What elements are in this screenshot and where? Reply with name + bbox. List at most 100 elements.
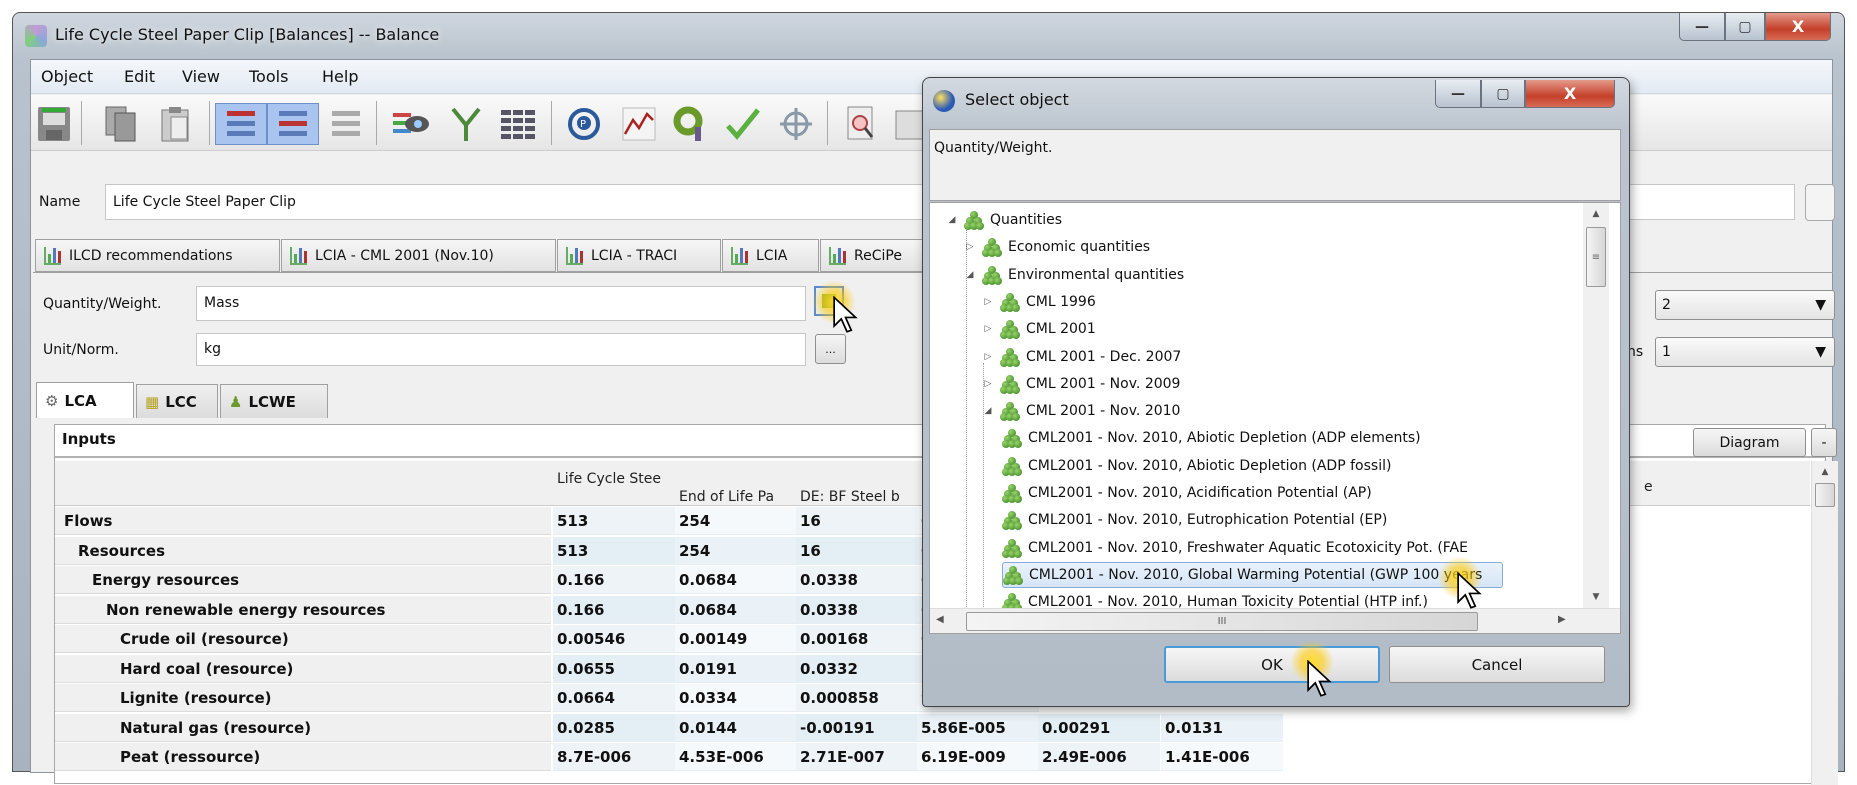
tree-node[interactable]: ▷ CML 2001 - Dec. 2007 [982,344,1181,370]
scroll-thumb[interactable] [1815,483,1835,507]
table-cell: 1.41E-006 [1161,743,1283,771]
tree-node[interactable]: ▷ CML 2001 [982,316,1096,342]
tree-node[interactable]: CML2001 - Nov. 2010, Abiotic Depletion (… [1002,453,1391,479]
tree-horizontal-scrollbar[interactable]: ◀ III ▶ [930,608,1620,633]
column-header[interactable]: End of Life Pa [679,489,797,505]
scroll-thumb[interactable]: III [966,612,1478,631]
table-cell: 2.71E-007 [796,743,918,771]
table-row[interactable]: Peat (ressource) 8.7E-006 4.53E-006 2.71E-0… [55,743,1810,772]
column-header[interactable]: Life Cycle Stee [557,471,675,487]
tab-lcwe[interactable]: ♟ LCWE [220,384,328,418]
menu-view[interactable]: View [182,67,220,86]
menu-edit[interactable]: Edit [124,67,155,86]
tree-node[interactable]: CML2001 - Nov. 2010, Global Warming Pote… [1002,561,1504,588]
tab-lcia[interactable]: LCIA [722,239,819,272]
row-label: Hard coal (resource) [55,654,551,683]
collapse-arrow-icon[interactable]: ◢ [964,262,976,288]
table-cell: 2.49E-006 [1038,743,1160,771]
menu-object[interactable]: Object [41,67,93,86]
tree-node[interactable]: CML2001 - Nov. 2010, Acidification Poten… [1002,480,1372,506]
grid-icon[interactable] [499,103,539,145]
save-icon[interactable] [34,103,74,145]
quantity-icon[interactable] [671,103,711,145]
tree-node[interactable]: CML2001 - Nov. 2010, Freshwater Aquatic … [1002,535,1468,561]
filter-icon[interactable] [446,103,486,145]
diagram-button[interactable]: Diagram [1693,428,1806,457]
unit-browse-button[interactable]: ... [815,334,846,364]
check-icon[interactable] [723,103,763,145]
tree-node[interactable]: ◢ Quantities [946,207,1062,233]
tab-ilcd-recommendations[interactable]: ILCD recommendations [35,239,280,272]
chart-icon[interactable] [619,103,659,145]
dialog-minimize-button[interactable]: — [1435,80,1481,108]
expand-arrow-icon[interactable]: ▷ [964,234,976,260]
scroll-up-icon[interactable]: ▲ [1812,467,1838,477]
option-combo-1[interactable]: 2 ▼ [1655,290,1835,320]
row-label: Lignite (resource) [55,684,551,712]
scroll-left-icon[interactable]: ◀ [936,614,944,625]
dialog-close-button[interactable]: X [1525,80,1615,108]
document-search-icon[interactable] [841,103,881,145]
title-bar[interactable]: Life Cycle Steel Paper Clip [Balances] -… [13,13,1844,59]
flow-eye-icon[interactable] [391,103,431,145]
expand-arrow-icon[interactable]: ▷ [982,289,994,315]
quantity-input[interactable]: Mass [196,286,806,321]
table-row[interactable]: Natural gas (resource) 0.0285 0.0144 -0.001… [55,713,1810,743]
table-cell: 254 [675,536,797,565]
scroll-thumb[interactable]: ≡ [1586,227,1606,287]
name-option-button[interactable] [1805,184,1835,221]
worker-icon: ♟ [229,392,243,411]
tab-lcc[interactable]: ▦ LCC [136,384,218,418]
tree-node[interactable]: ▷ CML 2001 - Nov. 2009 [982,371,1180,397]
tab-lcia-traci[interactable]: LCIA - TRACI [557,239,721,272]
list-view-1-icon[interactable] [215,103,267,145]
minimize-button[interactable]: — [1679,13,1725,41]
column-header[interactable]: DE: BF Steel b [800,489,918,505]
expand-arrow-icon[interactable]: ▷ [982,371,994,397]
paste-icon[interactable] [156,103,196,145]
quantity-icon [1002,483,1022,503]
scroll-up-icon[interactable]: ▲ [1583,209,1609,219]
menu-tools[interactable]: Tools [249,67,288,86]
tree-node[interactable]: CML2001 - Nov. 2010, Abiotic Depletion (… [1002,425,1421,451]
expand-arrow-icon[interactable]: ▷ [982,316,994,342]
cancel-button[interactable]: Cancel [1389,646,1605,683]
unit-input[interactable]: kg [196,333,806,366]
collapse-arrow-icon[interactable]: ◢ [982,398,994,424]
tree-node[interactable]: CML2001 - Nov. 2010, Eutrophication Pote… [1002,507,1387,533]
collapse-button[interactable]: - [1811,428,1837,457]
tree-node[interactable]: ▷ CML 1996 [982,289,1096,315]
scroll-down-icon[interactable]: ▼ [1583,592,1609,602]
close-button[interactable]: X [1765,13,1831,41]
tab-lca[interactable]: ⚙ LCA [36,382,134,418]
list-view-3-icon[interactable] [326,103,366,145]
copy-icon[interactable] [101,103,141,145]
quantity-label: Quantity/Weight. [43,296,162,312]
tree-node[interactable]: ▷ Economic quantities [964,234,1150,260]
svg-text:P: P [580,119,586,130]
tree-node-label: Environmental quantities [1008,266,1185,283]
collapse-arrow-icon[interactable]: ◢ [946,207,958,233]
tab-lcia-cml-2001[interactable]: LCIA - CML 2001 (Nov.10) [281,239,556,272]
tree-node-label: Quantities [990,212,1063,228]
process-search-icon[interactable]: P [564,103,604,145]
list-view-2-icon[interactable] [267,103,319,145]
quantity-icon [1003,565,1023,585]
ok-button[interactable]: OK [1164,646,1380,683]
toolbar-separator [551,101,552,145]
option-combo-2[interactable]: 1 ▼ [1655,337,1835,367]
table-vertical-scrollbar[interactable]: ▲ [1811,461,1838,785]
tree-node[interactable]: ◢ CML 2001 - Nov. 2010 [982,398,1180,424]
dialog-maximize-button[interactable]: ▢ [1481,80,1525,108]
menu-help[interactable]: Help [322,67,358,86]
table-cell: 0.00149 [675,625,797,653]
tree-vertical-scrollbar[interactable]: ▲ ≡ ▼ [1583,203,1609,608]
maximize-button[interactable]: ▢ [1725,13,1765,41]
expand-arrow-icon[interactable]: ▷ [982,344,994,370]
tree-node[interactable]: ◢ Environmental quantities [964,262,1184,288]
scroll-right-icon[interactable]: ▶ [1558,614,1566,625]
toolbar-separator [81,101,82,145]
target-icon[interactable] [776,103,816,145]
column-header[interactable]: e [1644,479,1762,495]
table-cell: 0.0131 [1161,713,1283,742]
